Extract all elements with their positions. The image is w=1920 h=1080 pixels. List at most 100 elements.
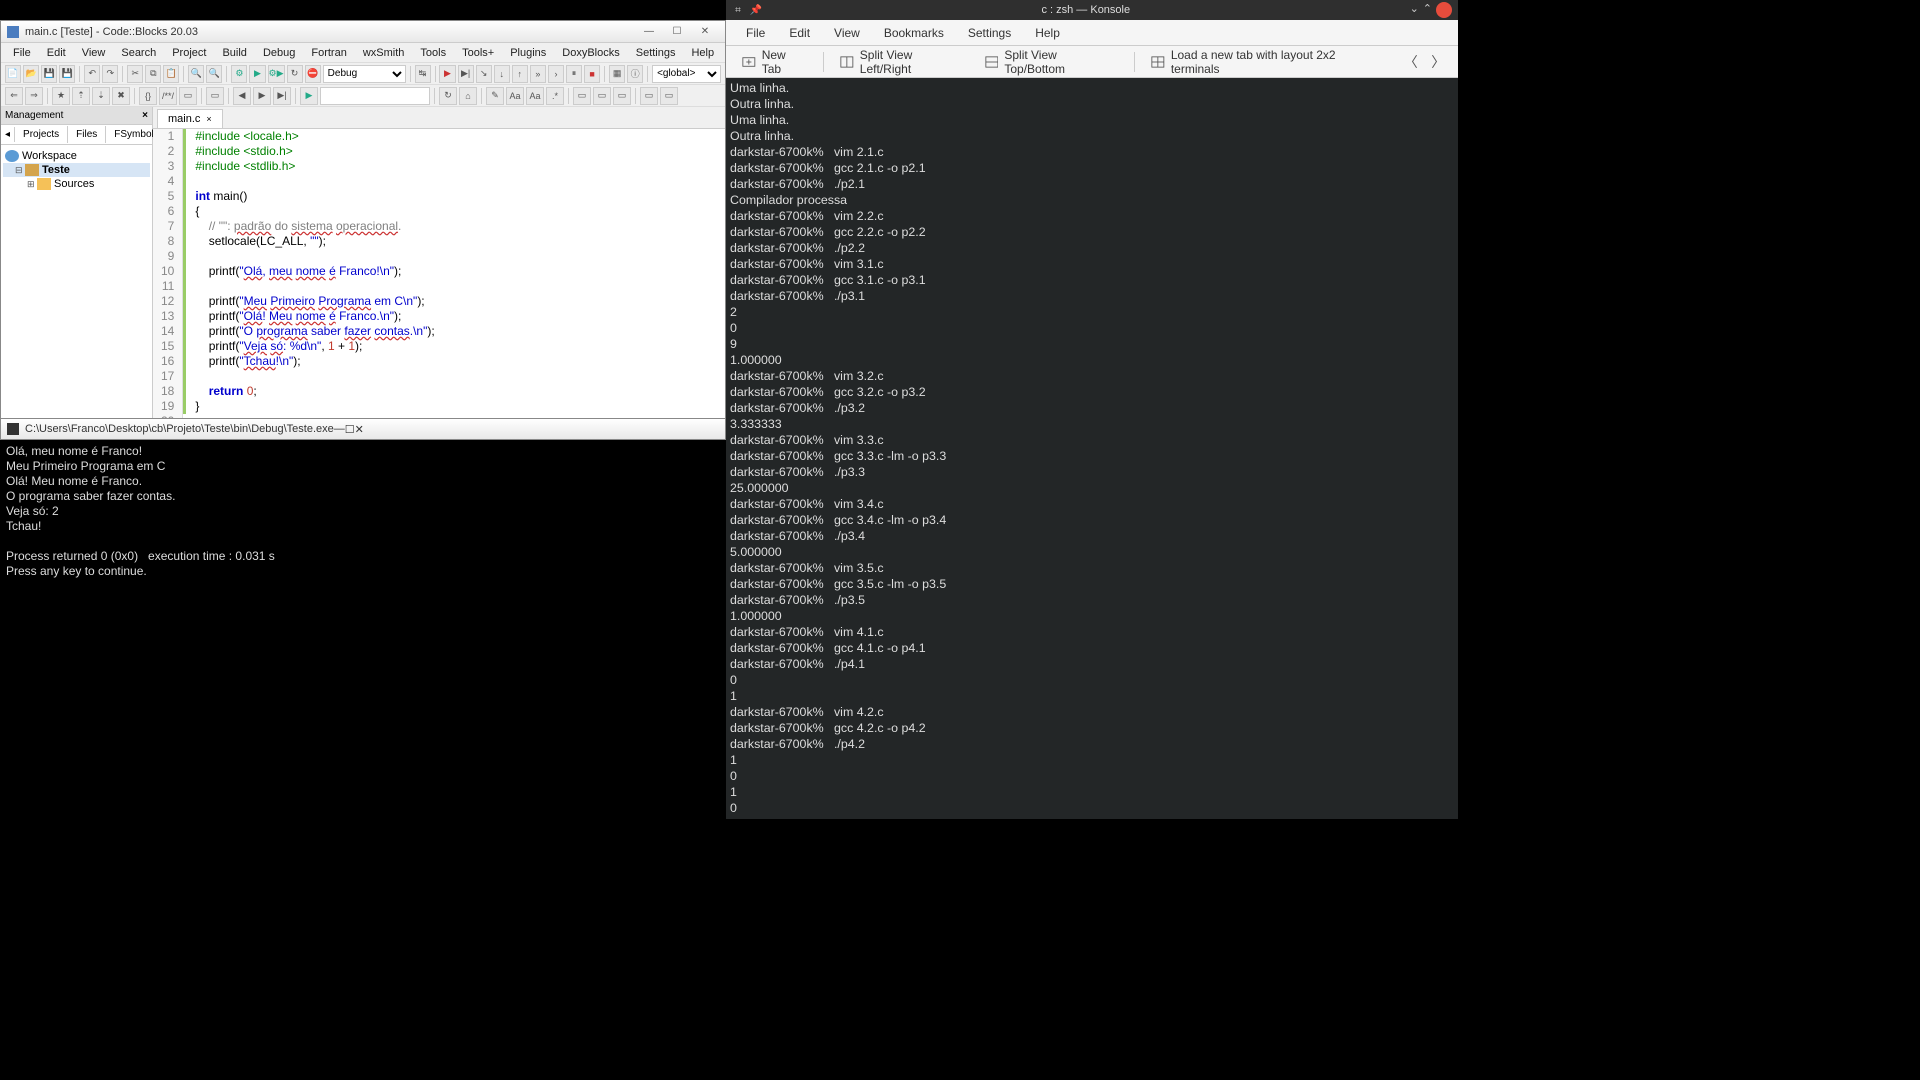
codeblocks-titlebar[interactable]: main.c [Teste] - Code::Blocks 20.03 — ☐ … (1, 21, 725, 43)
debug-run-icon[interactable]: ▶ (439, 65, 455, 83)
kon-menu-edit[interactable]: Edit (777, 22, 822, 44)
editor-tab-close-icon[interactable]: × (206, 114, 211, 124)
save-icon[interactable]: 💾 (41, 65, 57, 83)
editor-tab-mainc[interactable]: main.c × (157, 109, 223, 128)
save-all-icon[interactable]: 💾 (59, 65, 75, 83)
highlight-icon[interactable]: ✎ (486, 87, 504, 105)
run-target-icon[interactable]: ▶ (300, 87, 318, 105)
next-instr-icon[interactable]: » (530, 65, 546, 83)
text-tool-2-icon[interactable]: Aa (526, 87, 544, 105)
bookmark-clear-icon[interactable]: ✖ (112, 87, 130, 105)
source-code[interactable]: #include <locale.h> #include <stdio.h> #… (191, 129, 725, 419)
selection-icon[interactable]: ▭ (206, 87, 224, 105)
undo-icon[interactable]: ↶ (84, 65, 100, 83)
kon-menu-help[interactable]: Help (1023, 22, 1072, 44)
split-top-bottom-button[interactable]: Split View Top/Bottom (977, 44, 1126, 80)
menu-tools[interactable]: Tools (412, 45, 454, 61)
mgmt-tab-files[interactable]: Files (68, 126, 106, 143)
menu-project[interactable]: Project (164, 45, 214, 61)
jump-fwd-icon[interactable]: ▶ (253, 87, 271, 105)
mgmt-tab-projects[interactable]: Projects (15, 126, 68, 143)
konsole-minimize-button[interactable]: ⌄ (1410, 2, 1419, 18)
menu-toolsplus[interactable]: Tools+ (454, 45, 502, 61)
code-editor[interactable]: 1234567891011121314151617181920 #include… (153, 129, 725, 419)
run-to-cursor-icon[interactable]: ▶| (458, 65, 474, 83)
info-icon[interactable]: ⓘ (627, 65, 643, 83)
tab-nav-left-icon[interactable]: 〈 (1399, 52, 1423, 72)
menu-settings[interactable]: Settings (628, 45, 684, 61)
regex-icon[interactable]: .* (546, 87, 564, 105)
management-close-icon[interactable]: × (142, 110, 148, 121)
konsole-maximize-button[interactable]: ⌃ (1423, 2, 1432, 18)
nav-fwd-icon[interactable]: ⇒ (25, 87, 43, 105)
bookmark-next-icon[interactable]: ⇣ (92, 87, 110, 105)
kon-menu-settings[interactable]: Settings (956, 22, 1023, 44)
step-out-icon[interactable]: ↑ (512, 65, 528, 83)
next-line-icon[interactable]: ↘ (476, 65, 492, 83)
comment-icon[interactable]: /**/ (159, 87, 177, 105)
menu-debug[interactable]: Debug (255, 45, 303, 61)
split-left-right-button[interactable]: Split View Left/Right (832, 44, 973, 80)
load-layout-button[interactable]: Load a new tab with layout 2x2 terminals (1143, 44, 1391, 80)
build-run-icon[interactable]: ⚙▶ (268, 65, 285, 83)
kon-menu-bookmarks[interactable]: Bookmarks (872, 22, 956, 44)
menu-help[interactable]: Help (683, 45, 722, 61)
tree-project[interactable]: ⊟Teste (3, 163, 150, 177)
minimize-button[interactable]: — (635, 23, 663, 41)
menu-doxyblocks[interactable]: DoxyBlocks (554, 45, 627, 61)
target-input[interactable] (320, 87, 430, 105)
misc-1-icon[interactable]: ▭ (640, 87, 658, 105)
konsole-close-button[interactable] (1436, 2, 1452, 18)
text-tool-1-icon[interactable]: Aa (506, 87, 524, 105)
kon-menu-view[interactable]: View (822, 22, 872, 44)
new-file-icon[interactable]: 📄 (5, 65, 21, 83)
program-console-output[interactable]: Olá, meu nome é Franco! Meu Primeiro Pro… (0, 440, 726, 583)
break-icon[interactable]: ⏸ (566, 65, 582, 83)
nav-back-icon[interactable]: ⇐ (5, 87, 23, 105)
console-maximize-button[interactable]: ☐ (345, 423, 355, 436)
close-button[interactable]: ✕ (691, 23, 719, 41)
bookmark-prev-icon[interactable]: ⇡ (72, 87, 90, 105)
paste-icon[interactable]: 📋 (163, 65, 179, 83)
console-minimize-button[interactable]: — (334, 423, 345, 435)
konsole-terminal[interactable]: Uma linha. Outra linha. Uma linha. Outra… (726, 78, 1458, 819)
step-into-icon[interactable]: ↓ (494, 65, 510, 83)
tab-nav-right-icon[interactable]: 〉 (1427, 52, 1451, 72)
doxy-2-icon[interactable]: ▭ (593, 87, 611, 105)
doxy-3-icon[interactable]: ▭ (613, 87, 631, 105)
build-icon[interactable]: ⚙ (231, 65, 247, 83)
console-close-button[interactable]: ✕ (355, 423, 364, 436)
menu-plugins[interactable]: Plugins (502, 45, 554, 61)
program-console-titlebar[interactable]: C:\Users\Franco\Desktop\cb\Projeto\Teste… (0, 418, 726, 440)
copy-icon[interactable]: ⧉ (145, 65, 161, 83)
build-target-select[interactable]: Debug (323, 65, 406, 83)
menu-search[interactable]: Search (113, 45, 164, 61)
doxy-1-icon[interactable]: ▭ (573, 87, 591, 105)
maximize-button[interactable]: ☐ (663, 23, 691, 41)
bookmark-toggle-icon[interactable]: ★ (52, 87, 70, 105)
braces-icon[interactable]: {} (139, 87, 157, 105)
tree-sources[interactable]: ⊞Sources (3, 177, 150, 191)
menu-build[interactable]: Build (214, 45, 254, 61)
scope-select[interactable]: <global> (652, 65, 721, 83)
cut-icon[interactable]: ✂ (127, 65, 143, 83)
abort-icon[interactable]: ⛔ (305, 65, 321, 83)
new-tab-button[interactable]: New Tab (734, 44, 815, 80)
menu-fortran[interactable]: Fortran (303, 45, 354, 61)
konsole-titlebar[interactable]: ⌗ 📌 c : zsh — Konsole ⌄ ⌃ (726, 0, 1458, 20)
step-instr-icon[interactable]: › (548, 65, 564, 83)
home-icon[interactable]: ⌂ (459, 87, 477, 105)
replace-icon[interactable]: 🔍 (206, 65, 222, 83)
rebuild-icon[interactable]: ↻ (287, 65, 303, 83)
run-icon[interactable]: ▶ (249, 65, 265, 83)
open-file-icon[interactable]: 📂 (23, 65, 39, 83)
menu-view[interactable]: View (74, 45, 114, 61)
toggle-source-header-icon[interactable]: ↹ (415, 65, 431, 83)
refresh-icon[interactable]: ↻ (439, 87, 457, 105)
misc-2-icon[interactable]: ▭ (660, 87, 678, 105)
mgmt-tabs-left-icon[interactable]: ◂ (1, 127, 15, 142)
find-icon[interactable]: 🔍 (188, 65, 204, 83)
kon-menu-file[interactable]: File (734, 22, 777, 44)
jump-back-icon[interactable]: ◀ (233, 87, 251, 105)
menu-file[interactable]: File (5, 45, 39, 61)
